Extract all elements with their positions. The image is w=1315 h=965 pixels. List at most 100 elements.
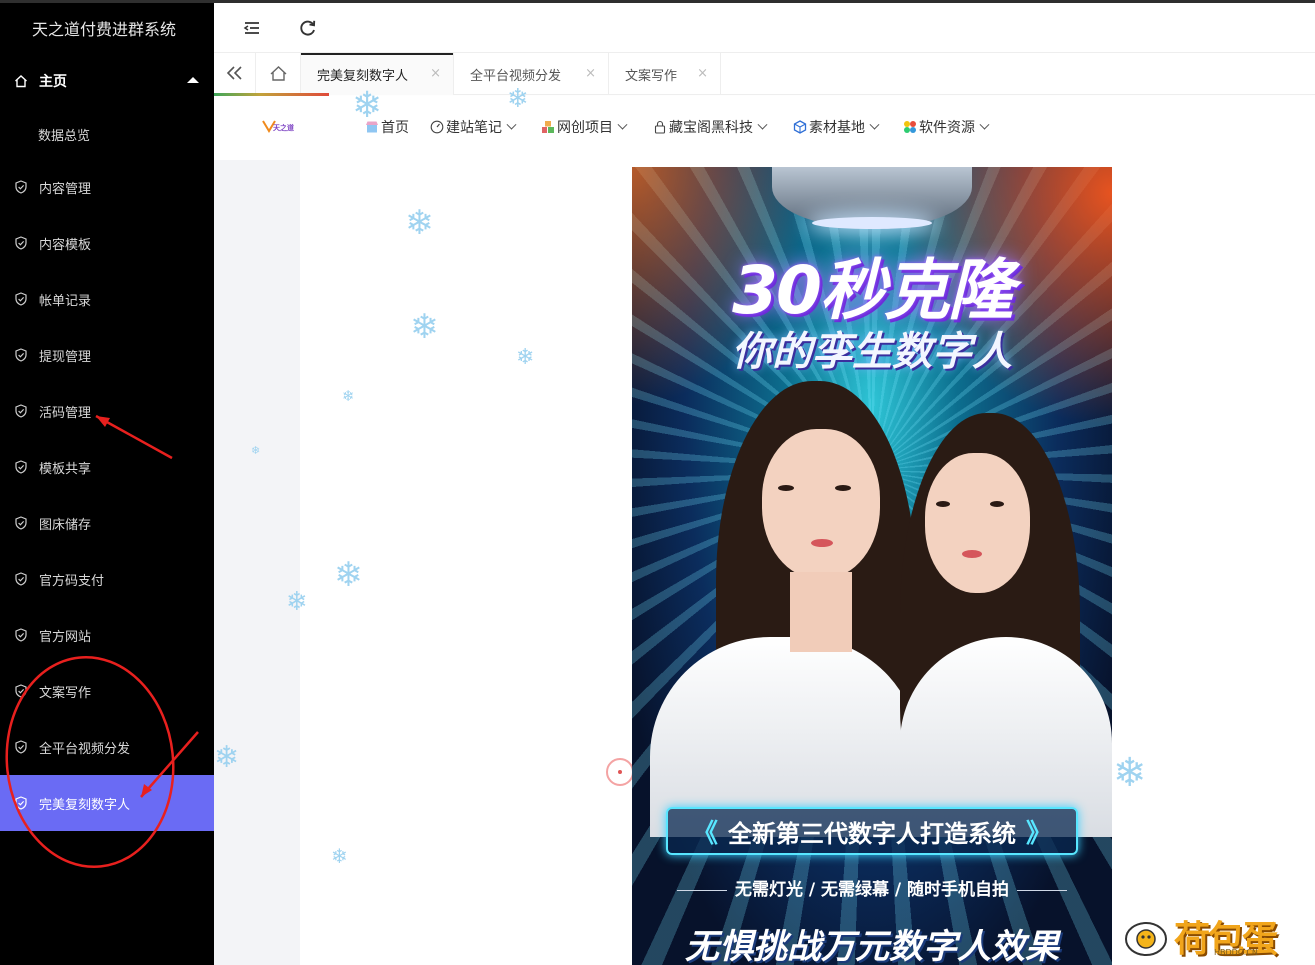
sidebar-item-label: 帐单记录: [39, 293, 92, 309]
nav-item-label: 网创项目: [557, 120, 613, 136]
snowflake-icon: ❄: [352, 85, 383, 126]
watermark-sub: HBDDO.CN: [1214, 948, 1258, 957]
banner-right-chevron: 》: [1026, 818, 1053, 849]
nav-item-material-base[interactable]: 素材基地: [793, 117, 880, 137]
nav-item-label: 建站笔记: [446, 120, 502, 136]
poster-subtitle: 你的孪生数字人: [732, 329, 1012, 375]
top-header: [214, 3, 1315, 53]
snowflake-icon: ❄: [405, 203, 434, 243]
snowflake-icon: ❄: [331, 844, 348, 868]
sidebar-item-live-code-management[interactable]: 活码管理: [0, 383, 214, 439]
poster-banner-text: 全新第三代数字人打造系统: [728, 819, 1016, 848]
shield-check-icon: [15, 740, 27, 754]
nav-item-label: 素材基地: [809, 120, 865, 136]
chevron-down-icon: [617, 119, 628, 130]
sidebar-item-official-code-payment[interactable]: 官方码支付: [0, 551, 214, 607]
sidebar-item-video-distribution[interactable]: 全平台视频分发: [0, 719, 214, 775]
chevron-down-icon: [757, 119, 768, 130]
sidebar-item-digital-human[interactable]: 完美复刻数字人: [0, 775, 214, 831]
sidebar-item-copywriting[interactable]: 文案写作: [0, 663, 214, 719]
shield-check-icon: [15, 236, 27, 250]
svg-text:天之道: 天之道: [273, 123, 294, 132]
site-logo[interactable]: 天之道: [261, 118, 297, 134]
sidebar-item-official-website[interactable]: 官方网站: [0, 607, 214, 663]
blocks-icon: [542, 121, 554, 133]
nav-item-label: 软件资源: [919, 120, 975, 136]
app-title: 天之道付费进群系统: [31, 20, 176, 39]
sidebar-item-data-overview[interactable]: 数据总览: [0, 106, 214, 162]
promo-poster-image: 30秒克隆 你的孪生数字人 《 全新第三代数字人打造系统 》 无需灯光 / 无需…: [632, 167, 1112, 965]
nav-item-label: 藏宝阁黑科技: [669, 120, 753, 136]
sidebar-item-billing-records[interactable]: 帐单记录: [0, 271, 214, 327]
sidebar-item-label: 主页: [39, 74, 67, 90]
banner-left-chevron: 《: [691, 818, 718, 849]
snowflake-icon: ❄: [342, 387, 355, 405]
poster-banner: 《 全新第三代数字人打造系统 》: [666, 807, 1078, 855]
shield-check-icon: [15, 404, 27, 418]
nav-item-software-resources[interactable]: 软件资源: [903, 117, 990, 137]
home-icon: [15, 75, 27, 88]
shield-check-icon: [15, 460, 27, 474]
tab-close-icon[interactable]: ×: [430, 66, 441, 81]
home-icon: [270, 66, 287, 81]
chevron-down-icon: [506, 119, 517, 130]
compass-icon: [430, 120, 444, 134]
sidebar-item-label: 数据总览: [38, 128, 91, 144]
content-left-gutter: [214, 160, 300, 965]
sidebar-item-content-management[interactable]: 内容管理: [0, 159, 214, 215]
tab-close-icon[interactable]: ×: [697, 66, 708, 81]
shield-check-icon: [15, 516, 27, 530]
collapse-menu-icon[interactable]: [241, 17, 263, 39]
tab-label: 完美复刻数字人: [317, 68, 409, 84]
refresh-icon[interactable]: [297, 17, 319, 39]
sidebar-item-label: 官方网站: [39, 629, 92, 645]
tab-scroll-left-button[interactable]: [214, 53, 256, 95]
sidebar-item-template-sharing[interactable]: 模板共享: [0, 439, 214, 495]
window-top-border: [0, 0, 1315, 3]
tab-copywriting[interactable]: 文案写作 ×: [609, 53, 721, 95]
tab-home-button[interactable]: [256, 53, 301, 95]
poster-bottom-slogan: 无惧挑战万元数字人效果: [685, 927, 1059, 965]
sidebar-item-label: 活码管理: [39, 405, 92, 421]
nav-item-online-projects[interactable]: 网创项目: [541, 117, 628, 137]
snowflake-icon: ❄: [214, 740, 240, 775]
sidebar-item-label: 内容模板: [39, 237, 92, 253]
shield-check-icon: [15, 684, 27, 698]
nav-item-treasure-tech[interactable]: 藏宝阁黑科技: [653, 117, 768, 137]
sidebar-item-label: 官方码支付: [39, 573, 105, 589]
shield-check-icon: [15, 572, 27, 586]
sidebar-item-home[interactable]: 主页: [0, 53, 214, 109]
tab-close-icon[interactable]: ×: [585, 66, 596, 81]
snowflake-icon: ❄: [334, 555, 363, 595]
snowflake-icon: ❄: [410, 307, 439, 347]
cube-icon: [793, 120, 807, 134]
watermark: 荷包蛋 HBDDO.CN: [1122, 910, 1310, 962]
sidebar-item-content-templates[interactable]: 内容模板: [0, 215, 214, 271]
sidebar-item-withdrawal-management[interactable]: 提现管理: [0, 327, 214, 383]
tab-video-distribution[interactable]: 全平台视频分发 ×: [454, 53, 609, 95]
lock-icon: [654, 120, 666, 134]
sidebar-item-image-storage[interactable]: 图床储存: [0, 495, 214, 551]
snowflake-icon: ❄: [516, 345, 535, 370]
sidebar-item-label: 文案写作: [39, 685, 92, 701]
apps-icon: [904, 121, 916, 133]
shield-check-icon: [15, 292, 27, 306]
chevron-down-icon: [979, 119, 990, 130]
shield-check-icon: [15, 180, 27, 194]
shield-check-icon: [15, 796, 27, 810]
snowflake-icon: ❄: [286, 587, 308, 617]
snowflake-icon: ❄: [1113, 750, 1147, 796]
double-chevron-left-icon: [226, 66, 242, 80]
sidebar-item-label: 模板共享: [39, 461, 92, 477]
snowflake-icon: ❄: [251, 444, 261, 457]
snowflake-icon: ❄: [507, 84, 529, 114]
sidebar-item-label: 全平台视频分发: [39, 741, 131, 757]
sidebar-item-label: 完美复刻数字人: [39, 797, 131, 813]
sidebar-item-label: 图床储存: [39, 517, 92, 533]
shield-check-icon: [15, 348, 27, 362]
nav-item-label: 首页: [381, 120, 409, 136]
sidebar-item-label: 内容管理: [39, 181, 92, 197]
tab-label: 文案写作: [625, 68, 678, 84]
nav-item-site-notes[interactable]: 建站笔记: [430, 117, 517, 137]
egg-mascot-icon: [1125, 922, 1167, 956]
